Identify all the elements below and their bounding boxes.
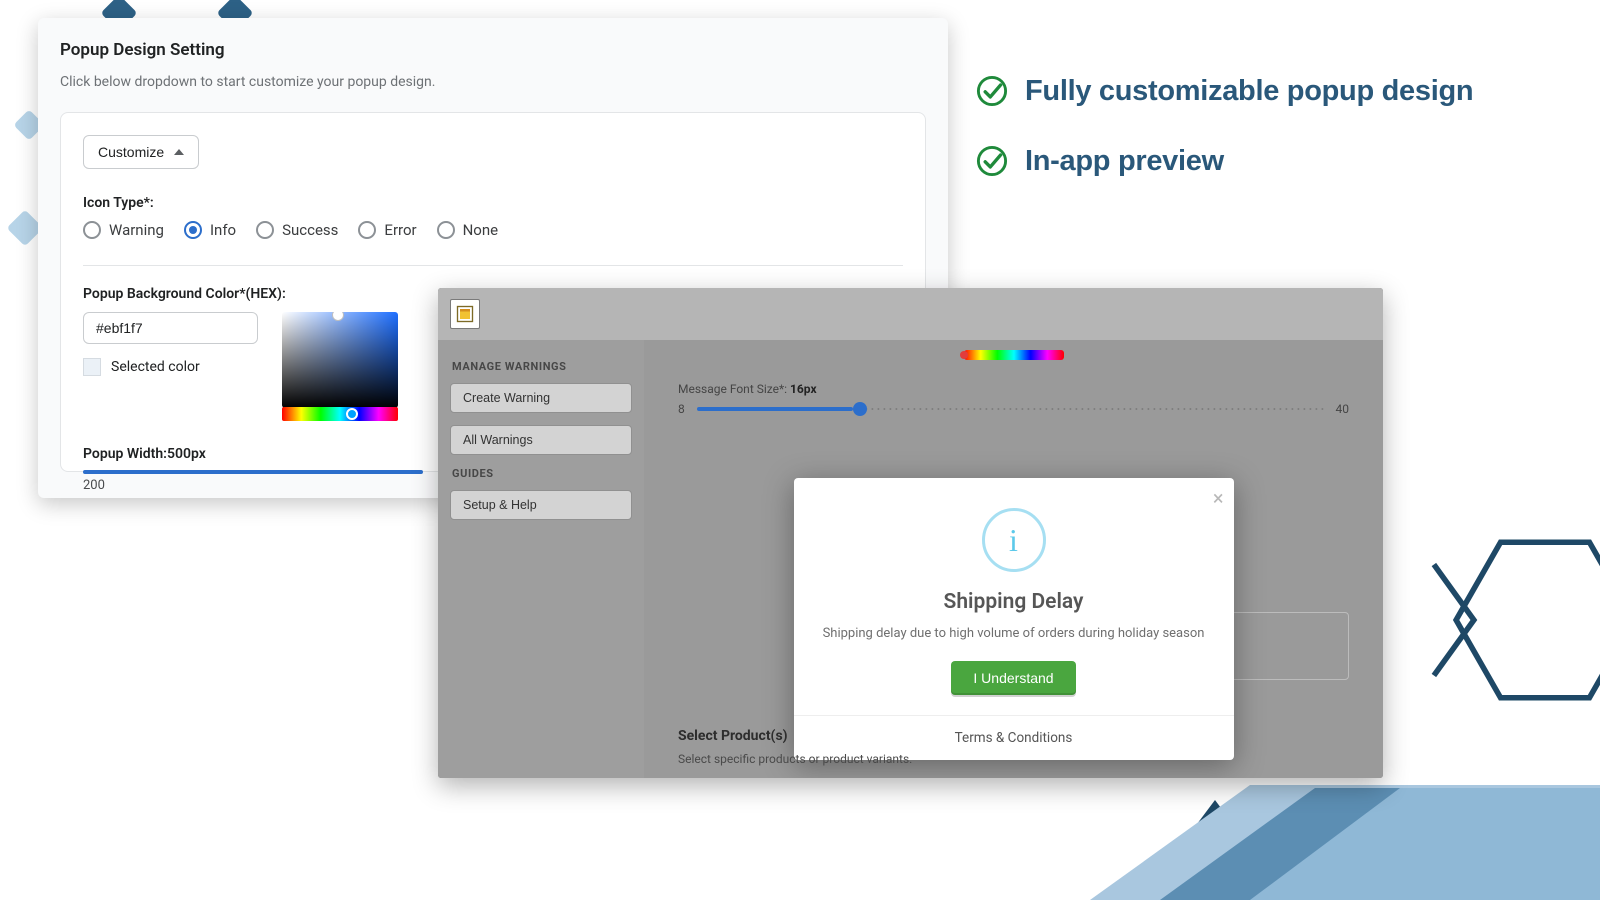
- sidebar-heading-manage: MANAGE WARNINGS: [452, 360, 630, 373]
- picker-cursor[interactable]: [332, 312, 344, 321]
- all-warnings-button[interactable]: All Warnings: [450, 425, 632, 455]
- radio-none[interactable]: None: [437, 221, 499, 239]
- font-size-value: 16px: [790, 382, 817, 396]
- setup-help-button[interactable]: Setup & Help: [450, 490, 632, 520]
- app-icon: [450, 299, 480, 329]
- create-warning-button[interactable]: Create Warning: [450, 383, 632, 413]
- customize-button[interactable]: Customize: [83, 135, 199, 169]
- font-size-max: 40: [1336, 402, 1350, 416]
- customize-label: Customize: [98, 144, 164, 160]
- radio-success[interactable]: Success: [256, 221, 338, 239]
- popup-confirm-button[interactable]: I Understand: [951, 661, 1075, 695]
- font-size-min: 8: [678, 402, 685, 416]
- preview-main: Message Font Size*: 16px 8 40 × i Shippi…: [644, 340, 1383, 778]
- width-value: 500px: [167, 446, 206, 462]
- popup-preview: × i Shipping Delay Shipping delay due to…: [794, 478, 1234, 760]
- color-picker[interactable]: [282, 312, 398, 408]
- font-size-slider[interactable]: 8 40: [678, 402, 1349, 416]
- width-slider[interactable]: 200: [83, 470, 423, 493]
- check-icon: [975, 74, 1009, 108]
- decor-hex: [1430, 520, 1600, 720]
- width-min: 200: [83, 478, 423, 493]
- popup-message: Shipping delay due to high volume of ord…: [818, 626, 1210, 641]
- hue-cursor[interactable]: [346, 408, 358, 420]
- hue-slider[interactable]: [282, 407, 398, 421]
- panel-subtitle: Click below dropdown to start customize …: [60, 74, 926, 90]
- color-swatch: [83, 358, 101, 376]
- info-icon: i: [982, 508, 1046, 572]
- select-products-sub: Select specific products or product vari…: [678, 752, 1349, 766]
- radio-warning[interactable]: Warning: [83, 221, 164, 239]
- preview-window: MANAGE WARNINGS Create Warning All Warni…: [438, 288, 1383, 778]
- feature-text: Fully customizable popup design: [1025, 75, 1473, 108]
- font-size-label: Message Font Size*:: [678, 382, 790, 396]
- radio-error[interactable]: Error: [358, 221, 416, 239]
- panel-title: Popup Design Setting: [60, 40, 926, 60]
- caret-up-icon: [174, 149, 184, 155]
- sidebar-heading-guides: GUIDES: [452, 467, 630, 480]
- popup-title: Shipping Delay: [818, 590, 1210, 614]
- selected-color-text: Selected color: [111, 359, 200, 375]
- feature-list: Fully customizable popup design In-app p…: [975, 74, 1473, 214]
- icon-type-radiogroup: Warning Info Success Error None: [83, 221, 903, 239]
- close-icon[interactable]: ×: [1213, 486, 1224, 510]
- radio-info[interactable]: Info: [184, 221, 236, 239]
- preview-hue-slider[interactable]: [964, 350, 1064, 360]
- preview-sidebar: MANAGE WARNINGS Create Warning All Warni…: [438, 340, 644, 778]
- select-products-heading: Select Product(s): [678, 728, 1349, 744]
- feature-text: In-app preview: [1025, 145, 1224, 178]
- icon-type-label: Icon Type*:: [83, 195, 903, 211]
- window-chrome: [438, 288, 1383, 340]
- check-icon: [975, 144, 1009, 178]
- hex-input[interactable]: [83, 312, 258, 344]
- divider: [83, 265, 903, 266]
- width-label: Popup Width:: [83, 446, 167, 462]
